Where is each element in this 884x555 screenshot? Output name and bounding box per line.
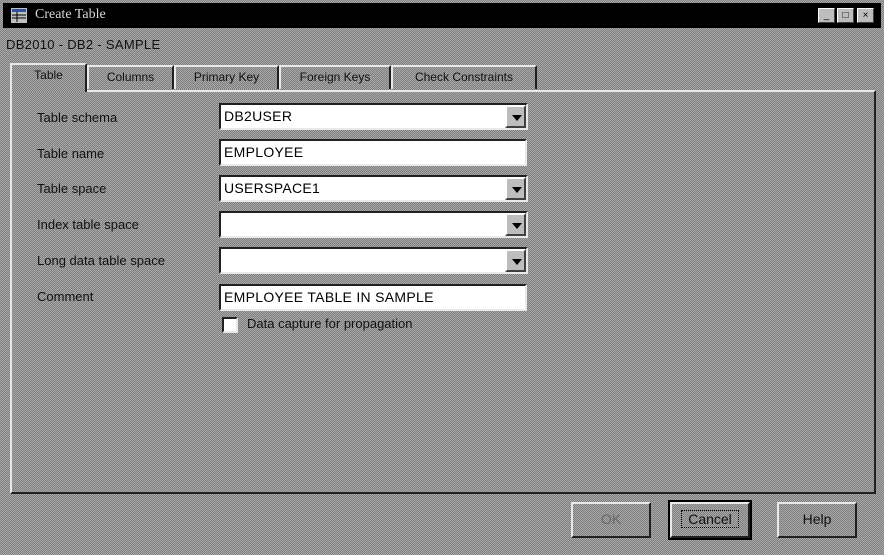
tab-columns[interactable]: Columns <box>87 65 174 89</box>
index-table-space-dropdown-button[interactable] <box>505 213 526 236</box>
minimize-button[interactable]: _ <box>818 8 835 23</box>
table-name-input[interactable]: EMPLOYEE <box>219 139 527 166</box>
close-button[interactable]: × <box>857 8 874 23</box>
table-space-dropdown-button[interactable] <box>505 177 526 200</box>
table-space-combobox[interactable]: USERSPACE1 <box>219 175 528 202</box>
help-button[interactable]: Help <box>777 502 857 538</box>
create-table-dialog: Create Table _ □ × DB2010 - DB2 - SAMPLE… <box>0 0 884 555</box>
tab-check-constraints[interactable]: Check Constraints <box>391 65 537 89</box>
chevron-down-icon <box>512 259 522 265</box>
title-bar: Create Table _ □ × <box>3 3 881 28</box>
comment-input[interactable]: EMPLOYEE TABLE IN SAMPLE <box>219 284 527 311</box>
table-space-value: USERSPACE1 <box>224 180 321 196</box>
table-schema-label: Table schema <box>37 110 118 125</box>
index-table-space-label: Index table space <box>37 217 139 232</box>
maximize-button[interactable]: □ <box>837 8 854 23</box>
table-app-icon <box>11 8 27 23</box>
long-data-table-space-label: Long data table space <box>37 253 165 268</box>
chevron-down-icon <box>512 223 522 229</box>
ok-button-label: OK <box>600 511 622 527</box>
table-schema-combobox[interactable]: DB2USER <box>219 103 528 130</box>
long-data-table-space-combobox[interactable] <box>219 247 528 274</box>
index-table-space-combobox[interactable] <box>219 211 528 238</box>
chevron-down-icon <box>512 115 522 121</box>
data-capture-checkbox[interactable] <box>222 317 238 333</box>
chevron-down-icon <box>512 187 522 193</box>
cancel-button-label: Cancel <box>681 510 739 528</box>
comment-value: EMPLOYEE TABLE IN SAMPLE <box>224 289 434 305</box>
tab-table[interactable]: Table <box>10 63 87 92</box>
comment-label: Comment <box>37 289 94 304</box>
database-path: DB2010 - DB2 - SAMPLE <box>6 37 161 52</box>
ok-button[interactable]: OK <box>571 502 651 538</box>
long-data-table-space-dropdown-button[interactable] <box>505 249 526 272</box>
cancel-button[interactable]: Cancel <box>668 500 752 540</box>
table-space-label: Table space <box>37 181 107 196</box>
table-name-value: EMPLOYEE <box>224 144 304 160</box>
window-title: Create Table <box>35 7 106 22</box>
tab-primary-key[interactable]: Primary Key <box>174 65 279 89</box>
help-button-label: Help <box>802 511 832 527</box>
table-name-label: Table name <box>37 146 105 161</box>
tab-foreign-keys[interactable]: Foreign Keys <box>279 65 391 89</box>
data-capture-label[interactable]: Data capture for propagation <box>247 316 413 331</box>
table-schema-value: DB2USER <box>224 108 293 124</box>
table-schema-dropdown-button[interactable] <box>505 105 526 128</box>
